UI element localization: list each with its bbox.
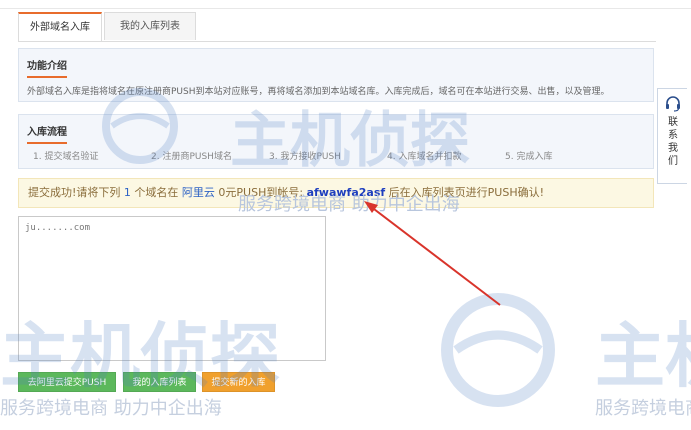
contact-char: 系	[668, 130, 678, 141]
intro-panel: 功能介绍 外部域名入库是指将域名在原注册商PUSH到本站对应账号，再将域名添加到…	[18, 48, 654, 102]
contact-char: 们	[668, 156, 678, 167]
process-step: 1. 提交域名验证	[33, 152, 99, 162]
process-step: 4. 入库域名并扣款	[387, 152, 462, 162]
process-title: 入库流程	[27, 123, 67, 144]
alert-prefix: 提交成功!请将下列	[28, 186, 121, 199]
alert-count: 1	[123, 186, 131, 199]
tab-external-domain-import[interactable]: 外部域名入库	[18, 12, 102, 42]
tab-my-import-list[interactable]: 我的入库列表	[104, 12, 196, 40]
top-divider	[0, 8, 691, 9]
new-import-button[interactable]: 提交新的入库	[202, 372, 275, 392]
domain-list-textarea[interactable]: ju.......com	[18, 216, 326, 361]
process-step: 5. 完成入库	[505, 152, 553, 162]
headset-icon	[666, 96, 680, 112]
alert-mid: 个域名在	[134, 186, 179, 199]
alert-suffix: 后在入库列表页进行PUSH确认!	[388, 186, 545, 199]
tab-divider	[18, 41, 656, 42]
process-step: 3. 我方接收PUSH	[269, 152, 341, 162]
success-alert: 提交成功!请将下列 1 个域名在 阿里云 0元PUSH到帐号: afwawfa2…	[18, 178, 654, 208]
intro-text: 外部域名入库是指将域名在原注册商PUSH到本站对应账号，再将域名添加到本站域名库…	[27, 87, 610, 97]
contact-us-label: 联 系 我 们	[658, 116, 688, 168]
process-step: 2. 注册商PUSH域名	[151, 152, 232, 162]
watermark-brand-3: 主机侦探	[595, 315, 691, 397]
alert-mid2: 0元PUSH到帐号:	[218, 186, 304, 199]
alert-registrar: 阿里云	[181, 186, 215, 199]
watermark-globe-icon	[441, 293, 555, 407]
push-aliyun-button[interactable]: 去阿里云提交PUSH	[18, 372, 116, 392]
contact-char: 联	[668, 117, 678, 128]
process-panel: 入库流程 1. 提交域名验证 2. 注册商PUSH域名 3. 我方接收PUSH …	[18, 114, 654, 169]
my-import-list-button[interactable]: 我的入库列表	[123, 372, 196, 392]
alert-account: afwawfa2asf	[306, 186, 386, 199]
contact-us-tab[interactable]: 联 系 我 们	[657, 88, 687, 184]
watermark-slogan-2: 服务跨境电商 助力中企出海	[0, 398, 222, 419]
intro-title: 功能介绍	[27, 57, 67, 78]
watermark-logo-2	[438, 290, 558, 414]
watermark-slogan-3: 服务跨境电商 助力中企出海	[595, 398, 691, 419]
contact-char: 我	[668, 143, 678, 154]
